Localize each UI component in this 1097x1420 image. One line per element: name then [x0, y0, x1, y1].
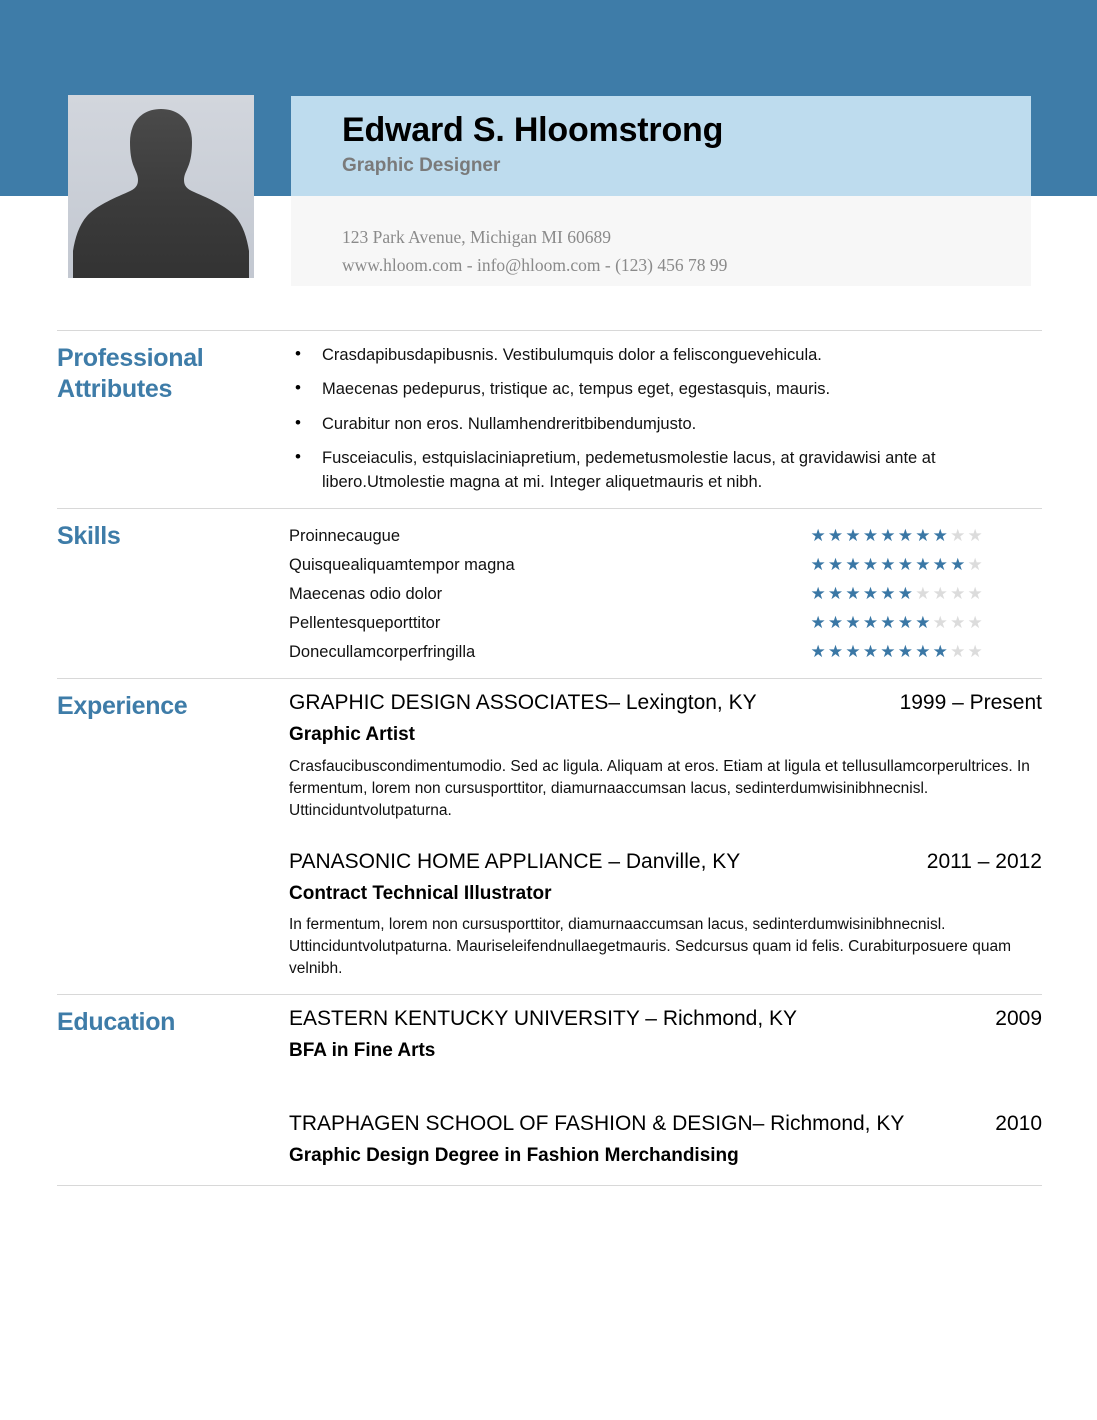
section-label-education: Education	[57, 1008, 176, 1037]
skill-row: Donecullamcorperfringilla ★★★★★★★★★★	[289, 637, 1042, 666]
section-label-attributes: Professional Attributes	[57, 344, 204, 403]
divider-bottom	[57, 1184, 1042, 1186]
contact-address: 123 Park Avenue, Michigan MI 60689	[342, 227, 611, 247]
entry-header: 2010 TRAPHAGEN SCHOOL OF FASHION & DESIG…	[289, 1110, 1042, 1138]
job-title: Graphic Designer	[342, 155, 501, 177]
contact-links: www.hloom.com - info@hloom.com - (123) 4…	[342, 255, 728, 276]
resume-body: Professional Attributes Crasdapibusdapib…	[57, 330, 1042, 1186]
contact-info: 123 Park Avenue, Michigan MI 60689 www.h…	[291, 196, 1031, 286]
section-experience: Experience 1999 – Present GRAPHIC DESIGN…	[57, 679, 1042, 994]
entry-header: 2009 EASTERN KENTUCKY UNIVERSITY – Richm…	[289, 1005, 1042, 1033]
profile-photo	[68, 95, 254, 278]
entry-description: In fermentum, lorem non cursusporttitor,…	[289, 916, 1011, 978]
skill-rating: ★★★★★★★★★★	[810, 642, 985, 662]
entry-description: Crasfaucibuscondimentumodio. Sed ac ligu…	[289, 757, 1030, 819]
experience-entry: 2011 – 2012 PANASONIC HOME APPLIANCE – D…	[289, 848, 1042, 981]
entry-header: 1999 – Present GRAPHIC DESIGN ASSOCIATES…	[289, 689, 1042, 717]
experience-entry: 1999 – Present GRAPHIC DESIGN ASSOCIATES…	[289, 689, 1042, 822]
entry-organization: PANASONIC HOME APPLIANCE – Danville, KY	[289, 849, 741, 873]
skill-name: Quisquealiquamtempor magna	[289, 555, 515, 574]
skill-row: Quisquealiquamtempor magna ★★★★★★★★★★	[289, 550, 1042, 579]
education-body: 2009 EASTERN KENTUCKY UNIVERSITY – Richm…	[289, 995, 1042, 1184]
list-item: Fusceiaculis, estquislaciniapretium, ped…	[295, 445, 1042, 495]
list-item: Maecenas pedepurus, tristique ac, tempus…	[295, 376, 1042, 401]
skill-name: Donecullamcorperfringilla	[289, 642, 476, 661]
entry-header: 2011 – 2012 PANASONIC HOME APPLIANCE – D…	[289, 848, 1042, 876]
skill-name: Maecenas odio dolor	[289, 584, 443, 603]
skill-name: Proinnecaugue	[289, 526, 401, 545]
entry-date: 2011 – 2012	[926, 849, 1042, 873]
section-skills: Skills Proinnecaugue ★★★★★★★★★★ Quisquea…	[57, 509, 1042, 678]
skill-row: Maecenas odio dolor ★★★★★★★★★★	[289, 579, 1042, 608]
skills-body: Proinnecaugue ★★★★★★★★★★ Quisquealiquamt…	[289, 509, 1042, 678]
attributes-body: Crasdapibusdapibusnis. Vestibulumquis do…	[289, 331, 1042, 508]
entry-date: 2010	[995, 1112, 1042, 1136]
section-label-skills: Skills	[57, 522, 121, 551]
section-label-experience: Experience	[57, 692, 188, 721]
education-entry: 2009 EASTERN KENTUCKY UNIVERSITY – Richm…	[289, 1005, 1042, 1064]
page-title: Edward S. Hloomstrong	[342, 111, 724, 149]
skill-name: Pellentesqueporttitor	[289, 613, 441, 632]
experience-body: 1999 – Present GRAPHIC DESIGN ASSOCIATES…	[289, 679, 1042, 994]
person-silhouette-icon	[73, 109, 249, 278]
section-education: Education 2009 EASTERN KENTUCKY UNIVERSI…	[57, 995, 1042, 1184]
entry-date: 2009	[995, 1007, 1042, 1031]
entry-role: Graphic Artist	[289, 724, 415, 746]
name-banner: Edward S. Hloomstrong Graphic Designer	[291, 96, 1031, 196]
skill-rating: ★★★★★★★★★★	[810, 584, 985, 604]
entry-role: BFA in Fine Arts	[289, 1040, 436, 1062]
skill-rating: ★★★★★★★★★★	[810, 613, 985, 633]
entry-role: Contract Technical Illustrator	[289, 882, 552, 904]
entry-date: 1999 – Present	[899, 691, 1042, 715]
education-entry: 2010 TRAPHAGEN SCHOOL OF FASHION & DESIG…	[289, 1110, 1042, 1169]
skill-rating: ★★★★★★★★★★	[810, 555, 985, 575]
entry-organization: TRAPHAGEN SCHOOL OF FASHION & DESIGN– Ri…	[289, 1112, 905, 1136]
resume-page: Edward S. Hloomstrong Graphic Designer 1…	[0, 0, 1097, 1420]
attributes-list: Crasdapibusdapibusnis. Vestibulumquis do…	[289, 342, 1042, 495]
section-attributes: Professional Attributes Crasdapibusdapib…	[57, 331, 1042, 508]
skill-row: Pellentesqueporttitor ★★★★★★★★★★	[289, 608, 1042, 637]
entry-organization: EASTERN KENTUCKY UNIVERSITY – Richmond, …	[289, 1007, 798, 1031]
list-item: Crasdapibusdapibusnis. Vestibulumquis do…	[295, 342, 1042, 367]
list-item: Curabitur non eros. Nullamhendreritbiben…	[295, 410, 1042, 436]
entry-organization: GRAPHIC DESIGN ASSOCIATES– Lexington, KY	[289, 691, 757, 715]
skill-rating: ★★★★★★★★★★	[810, 526, 985, 546]
entry-role: Graphic Design Degree in Fashion Merchan…	[289, 1145, 739, 1166]
skill-row: Proinnecaugue ★★★★★★★★★★	[289, 521, 1042, 550]
